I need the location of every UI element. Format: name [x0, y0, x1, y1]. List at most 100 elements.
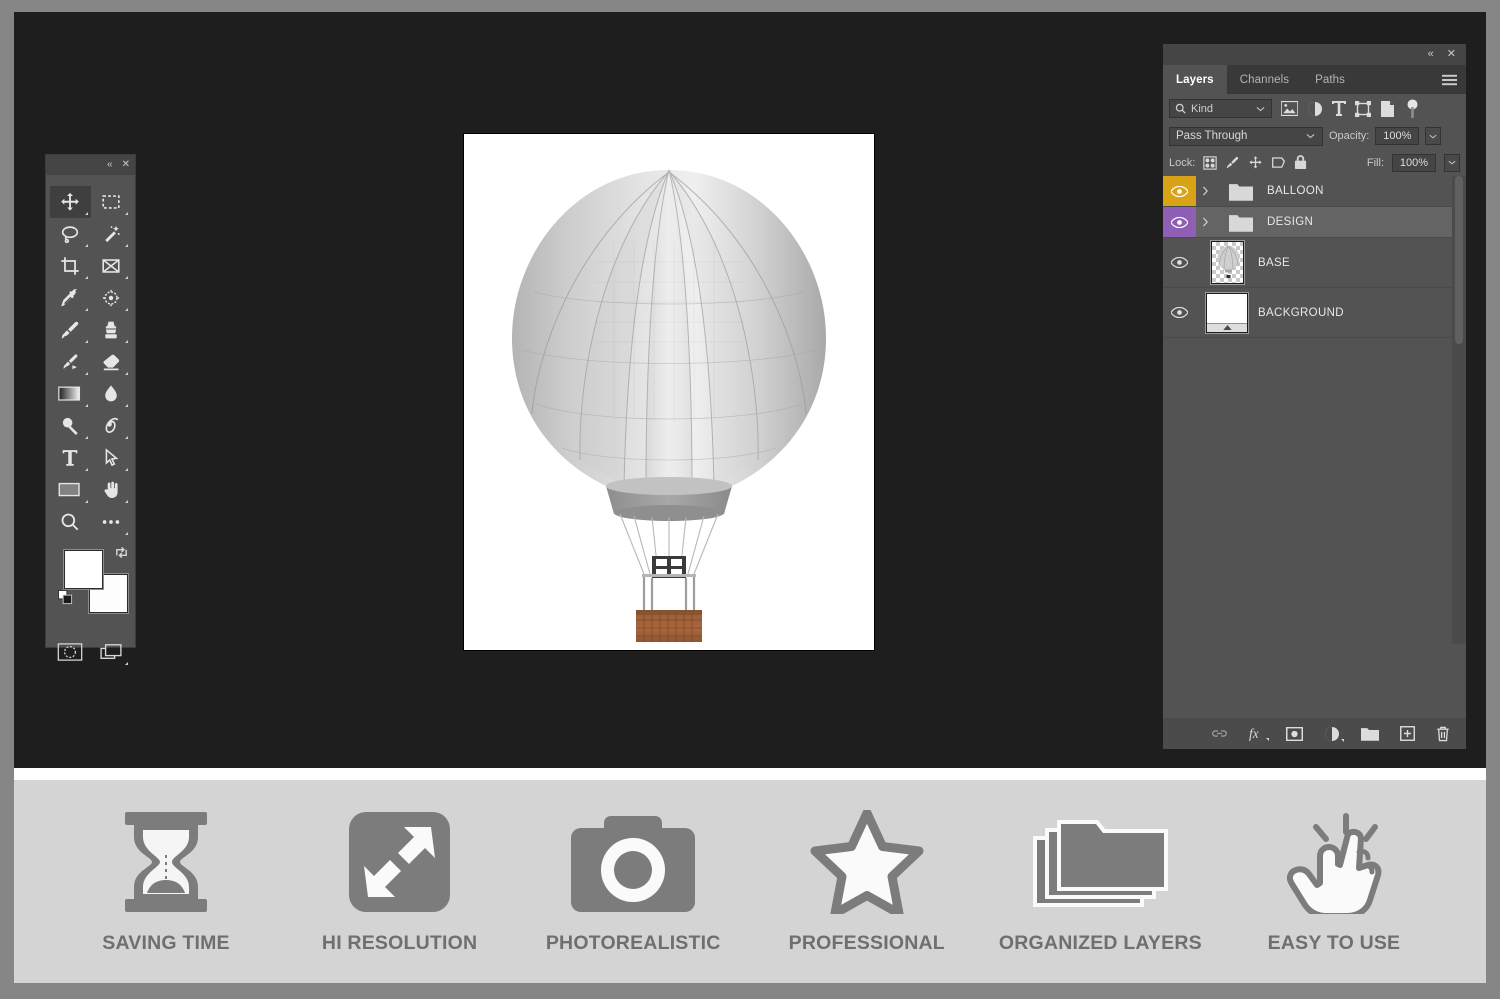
- triangle-up-icon: [1222, 325, 1232, 330]
- collapse-icon[interactable]: «: [107, 160, 113, 170]
- clone-stamp-tool[interactable]: [91, 314, 132, 346]
- crop-tool[interactable]: [50, 250, 91, 282]
- blur-tool[interactable]: [91, 378, 132, 410]
- layer-visibility-toggle-balloon[interactable]: [1163, 176, 1196, 206]
- magic-wand-tool[interactable]: [91, 218, 132, 250]
- camera-icon: [571, 816, 696, 912]
- rectangle-tool[interactable]: [50, 474, 91, 506]
- eraser-tool[interactable]: [91, 346, 132, 378]
- stacked-folders-icon: [1033, 820, 1169, 907]
- balloon-artwork: [464, 134, 874, 650]
- screen-mode-tool[interactable]: [91, 636, 132, 668]
- spot-healing-brush-tool[interactable]: [91, 282, 132, 314]
- layer-name-balloon[interactable]: BALLOON: [1267, 185, 1324, 197]
- move-tool[interactable]: [50, 186, 91, 218]
- tools-panel-titlebar: « ✕: [46, 155, 135, 175]
- frame-tool[interactable]: [91, 250, 132, 282]
- lock-artboard-nesting-icon: [1272, 156, 1286, 168]
- layer-visibility-toggle-base[interactable]: [1163, 238, 1196, 287]
- filter-toggle-switch[interactable]: [1406, 98, 1419, 119]
- panel-menu-icon[interactable]: [1442, 74, 1457, 86]
- blend-mode-select[interactable]: Pass Through: [1169, 126, 1323, 146]
- lock-image-pixels-button[interactable]: [1225, 155, 1240, 170]
- eye-icon: [1171, 307, 1188, 318]
- zoom-tool[interactable]: [50, 506, 91, 538]
- filter-pixel-layers-icon[interactable]: [1281, 101, 1298, 116]
- tab-channels[interactable]: Channels: [1227, 65, 1302, 94]
- hot-air-balloon-illustration: [512, 169, 826, 642]
- opacity-input[interactable]: 100%: [1375, 127, 1420, 145]
- tab-layers[interactable]: Layers: [1163, 65, 1227, 94]
- close-icon[interactable]: ✕: [122, 160, 130, 170]
- layer-name-design[interactable]: DESIGN: [1267, 216, 1313, 228]
- new-adjustment-layer-button[interactable]: [1324, 726, 1344, 742]
- lasso-icon: [62, 226, 79, 244]
- layer-filter-row: Kind: [1163, 94, 1466, 123]
- fill-stepper[interactable]: [1444, 153, 1460, 172]
- layer-list-scrollbar[interactable]: [1452, 176, 1466, 644]
- layer-list[interactable]: BALLOON DESIGN BASE BACKGROUND: [1163, 176, 1466, 644]
- eyedropper-tool[interactable]: [50, 282, 91, 314]
- filter-kind-select[interactable]: Kind: [1169, 99, 1272, 118]
- new-layer-button[interactable]: [1400, 726, 1415, 741]
- lock-all-button[interactable]: [1294, 155, 1307, 170]
- link-layers-button[interactable]: [1211, 728, 1228, 739]
- filter-adjustment-layers-icon[interactable]: [1307, 101, 1323, 117]
- ellipsis-icon: [102, 520, 119, 524]
- dodge-tool[interactable]: [50, 410, 91, 442]
- layer-group-disclosure-design[interactable]: [1196, 217, 1215, 227]
- lock-artboard-nesting-button[interactable]: [1271, 156, 1286, 170]
- layer-style-button[interactable]: fx: [1249, 726, 1269, 741]
- default-colors-icon[interactable]: [58, 590, 73, 605]
- tool-flyout-corner: [84, 308, 88, 311]
- opacity-stepper[interactable]: [1425, 127, 1442, 145]
- path-selection-tool[interactable]: [91, 442, 132, 474]
- tool-flyout-corner: [84, 436, 88, 439]
- brush-tool[interactable]: [50, 314, 91, 346]
- tools-panel[interactable]: « ✕: [46, 155, 135, 665]
- delete-layer-button[interactable]: [1436, 726, 1450, 742]
- pen-tool[interactable]: [91, 410, 132, 442]
- foreground-color-swatch[interactable]: [64, 550, 103, 589]
- background-layer-thumbnail: [1206, 292, 1248, 333]
- chevron-down-icon: [1448, 160, 1456, 165]
- layers-panel[interactable]: « ✕ Layers Channels Paths Kind Pass Thro…: [1163, 44, 1466, 749]
- layer-row-design[interactable]: DESIGN: [1163, 207, 1466, 238]
- hand-tool[interactable]: [91, 474, 132, 506]
- new-adjustment-layer-icon: [1325, 726, 1339, 741]
- fill-input[interactable]: 100%: [1392, 153, 1436, 172]
- filter-type-layers-icon[interactable]: [1332, 101, 1346, 116]
- layer-row-base[interactable]: BASE: [1163, 238, 1466, 288]
- gradient-tool[interactable]: [50, 378, 91, 410]
- lock-transparent-pixels-button[interactable]: [1203, 155, 1217, 170]
- feature-photorealistic: PHOTOREALISTIC: [517, 808, 749, 955]
- layer-row-background[interactable]: BACKGROUND: [1163, 288, 1466, 338]
- swap-colors-icon[interactable]: [114, 545, 129, 560]
- layer-visibility-toggle-background[interactable]: [1163, 288, 1196, 337]
- rectangular-marquee-tool[interactable]: [91, 186, 132, 218]
- layer-row-balloon[interactable]: BALLOON: [1163, 176, 1466, 207]
- scrollbar-thumb[interactable]: [1455, 176, 1463, 344]
- lasso-tool[interactable]: [50, 218, 91, 250]
- document-canvas[interactable]: [463, 133, 875, 651]
- screen-mode-icon: [100, 644, 122, 659]
- edit-toolbar-tool[interactable]: [91, 506, 132, 538]
- collapse-icon[interactable]: «: [1428, 49, 1434, 60]
- layer-name-background[interactable]: BACKGROUND: [1258, 307, 1344, 319]
- tab-paths[interactable]: Paths: [1302, 65, 1358, 94]
- close-icon[interactable]: ✕: [1447, 49, 1456, 60]
- filter-shape-layers-icon[interactable]: [1355, 100, 1371, 117]
- lock-position-button[interactable]: [1248, 155, 1263, 170]
- history-brush-tool[interactable]: [50, 346, 91, 378]
- new-group-button[interactable]: [1361, 727, 1379, 741]
- type-icon: [62, 450, 78, 466]
- hourglass-icon: [125, 812, 207, 912]
- add-layer-mask-button[interactable]: [1286, 726, 1303, 741]
- quick-mask-tool[interactable]: [50, 636, 91, 668]
- layer-name-base[interactable]: BASE: [1258, 257, 1290, 269]
- layer-group-disclosure-balloon[interactable]: [1196, 186, 1215, 196]
- chevron-down-icon: [1429, 134, 1437, 139]
- layer-visibility-toggle-design[interactable]: [1163, 207, 1196, 237]
- filter-smart-objects-icon[interactable]: [1380, 100, 1395, 117]
- horizontal-type-tool[interactable]: [50, 442, 91, 474]
